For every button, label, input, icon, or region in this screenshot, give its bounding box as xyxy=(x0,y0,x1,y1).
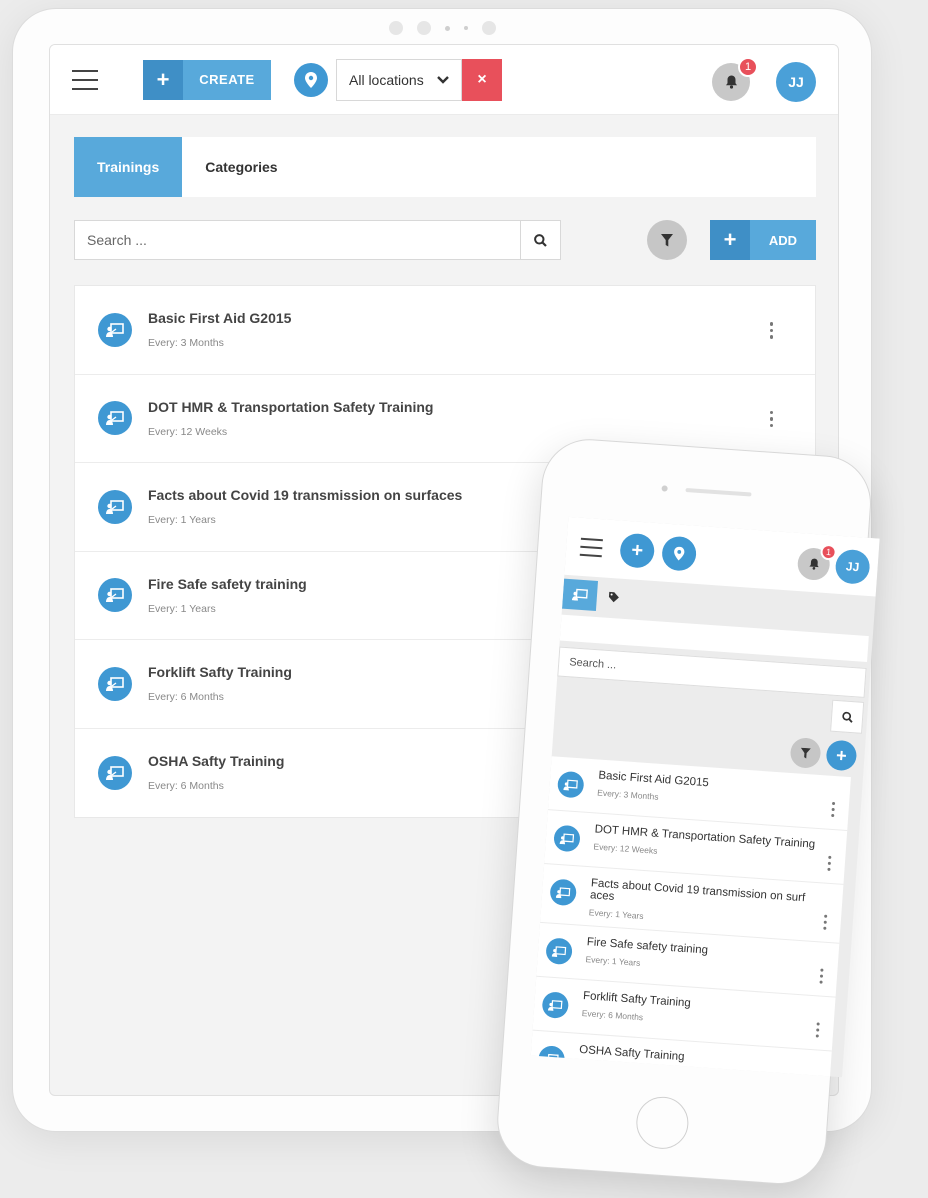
kebab-icon[interactable] xyxy=(814,1020,822,1039)
training-board-icon xyxy=(571,588,588,601)
phone-device-wrapper: + 1 JJ Search ... + Basic First Aid G201… xyxy=(494,436,880,1188)
training-board-icon xyxy=(98,755,132,790)
clear-location-button[interactable]: × xyxy=(462,58,502,101)
tab-categories[interactable]: Categories xyxy=(182,137,300,197)
tab-trainings[interactable]: Trainings xyxy=(74,137,183,197)
training-title: Fire Safe safety training xyxy=(148,575,307,592)
create-label: CREATE xyxy=(183,59,271,100)
avatar[interactable]: JJ xyxy=(834,548,871,585)
training-frequency: Every: 6 Months xyxy=(148,691,224,704)
training-frequency: Every: 6 Months xyxy=(577,1061,640,1077)
kebab-icon[interactable] xyxy=(829,800,837,819)
map-pin-icon[interactable] xyxy=(660,535,698,572)
kebab-icon[interactable] xyxy=(810,1074,818,1078)
training-frequency: Every: 3 Months xyxy=(596,787,659,802)
training-title: Forklift Safty Training xyxy=(148,664,292,681)
training-title: Basic First Aid G2015 xyxy=(598,769,710,790)
training-frequency: Every: 12 Weeks xyxy=(148,425,228,438)
training-board-icon xyxy=(98,312,132,347)
training-title: DOT HMR & Transportation Safety Training xyxy=(148,398,434,415)
plus-icon: + xyxy=(710,220,750,260)
phone-screen: + 1 JJ Search ... + Basic First Aid G201… xyxy=(530,516,880,1078)
create-button[interactable]: + CREATE xyxy=(143,59,271,100)
training-board-icon xyxy=(98,578,132,613)
bell-icon xyxy=(808,558,819,570)
training-board-icon xyxy=(98,401,132,436)
tablet-camera xyxy=(13,21,871,35)
top-bar: + CREATE All locations × 1 JJ xyxy=(50,45,838,115)
training-frequency: Every: 6 Months xyxy=(148,780,224,793)
kebab-icon[interactable] xyxy=(768,409,776,430)
filter-button[interactable] xyxy=(789,736,822,769)
kebab-icon[interactable] xyxy=(768,320,776,341)
training-frequency: Every: 1 Years xyxy=(148,514,216,527)
tab-categories[interactable] xyxy=(596,581,632,613)
phone-training-list: Basic First Aid G2015 Every: 3 Months DOT… xyxy=(530,756,851,1078)
chevron-down-icon xyxy=(437,75,449,84)
training-frequency: Every: 1 Years xyxy=(585,954,641,968)
filter-icon xyxy=(800,747,811,759)
phone-camera xyxy=(543,477,871,506)
phone-home-button[interactable] xyxy=(634,1095,691,1151)
tab-bar: Trainings Categories xyxy=(74,137,816,197)
training-title: Forklift Safty Training xyxy=(582,990,692,1010)
filter-icon xyxy=(661,233,673,246)
tab-trainings[interactable] xyxy=(562,578,599,611)
training-board-icon xyxy=(98,489,132,524)
notifications-button[interactable]: 1 xyxy=(796,543,838,582)
kebab-icon[interactable] xyxy=(817,966,825,985)
bell-icon xyxy=(725,75,737,89)
kebab-icon[interactable] xyxy=(821,913,829,932)
search-button[interactable] xyxy=(830,699,865,734)
training-title: Basic First Aid G2015 xyxy=(148,310,292,327)
training-board-icon xyxy=(541,991,570,1019)
map-pin-icon[interactable] xyxy=(294,62,328,97)
notification-badge: 1 xyxy=(738,57,758,77)
search-bar xyxy=(74,220,561,260)
add-button[interactable]: + xyxy=(825,739,858,772)
training-frequency: Every: 6 Months xyxy=(581,1007,644,1023)
training-board-icon xyxy=(556,770,585,799)
training-frequency: Every: 1 Years xyxy=(148,602,216,615)
training-title: OSHA Safty Training xyxy=(148,753,285,770)
plus-icon: + xyxy=(143,59,183,100)
avatar[interactable]: JJ xyxy=(776,62,816,102)
training-row[interactable]: Basic First Aid G2015 Every: 3 Months xyxy=(75,286,815,375)
notification-badge: 1 xyxy=(820,543,838,561)
search-icon xyxy=(841,711,853,723)
search-button[interactable] xyxy=(520,221,560,259)
location-select[interactable]: All locations xyxy=(336,58,462,101)
hamburger-icon[interactable] xyxy=(72,69,98,90)
add-button[interactable]: + ADD xyxy=(710,220,816,260)
training-board-icon xyxy=(549,878,578,907)
training-title: OSHA Safty Training xyxy=(578,1043,685,1064)
notifications-button[interactable]: 1 xyxy=(712,57,758,101)
training-frequency: Every: 3 Months xyxy=(148,337,224,350)
kebab-icon[interactable] xyxy=(825,854,833,873)
add-label: ADD xyxy=(750,220,816,260)
training-title: Fire Safe safety training xyxy=(586,936,709,957)
training-board-icon xyxy=(553,824,581,853)
location-select-value: All locations xyxy=(349,71,424,88)
training-board-icon xyxy=(537,1045,566,1073)
training-title: Facts about Covid 19 transmission on sur… xyxy=(148,487,463,504)
search-input[interactable] xyxy=(75,221,520,259)
phone-device: + 1 JJ Search ... + Basic First Aid G201… xyxy=(494,436,880,1188)
training-board-icon xyxy=(98,666,132,701)
tag-icon xyxy=(608,591,619,603)
create-button[interactable]: + xyxy=(619,532,656,569)
training-board-icon xyxy=(545,937,573,966)
hamburger-icon[interactable] xyxy=(579,537,603,558)
filter-button[interactable] xyxy=(647,220,687,260)
search-icon xyxy=(534,233,547,247)
